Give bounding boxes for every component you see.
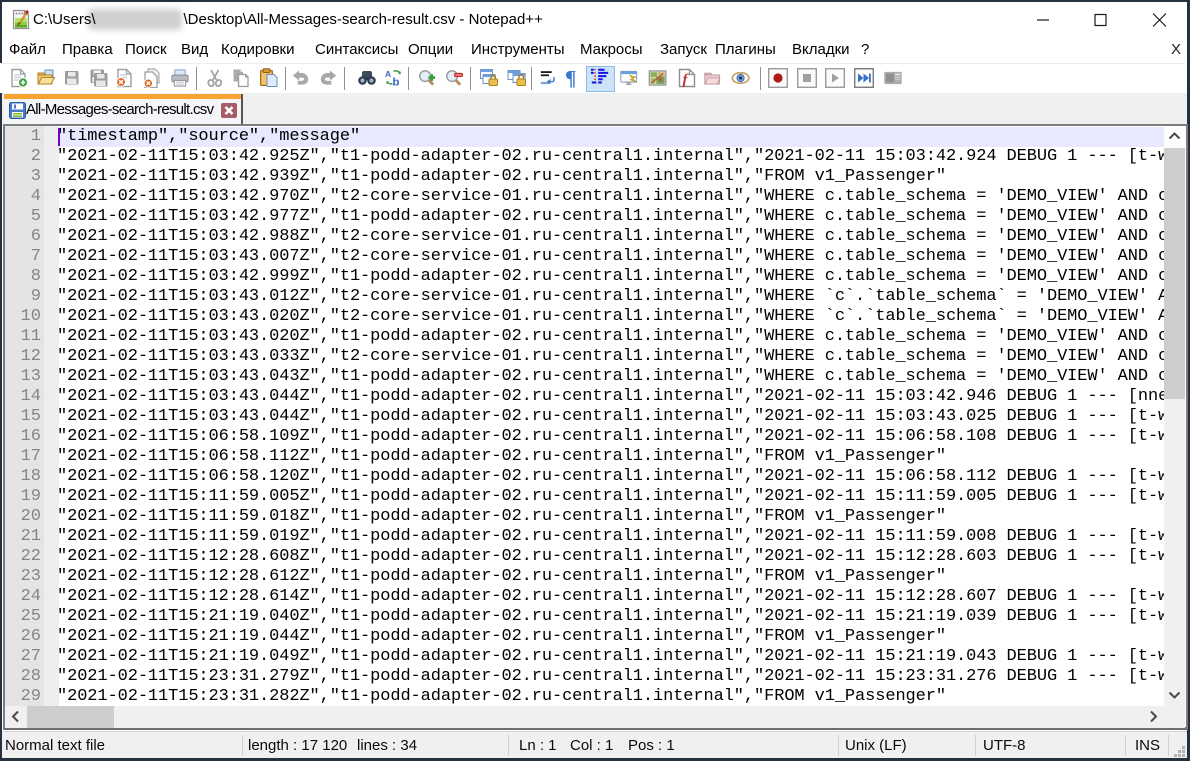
svg-text:b: b [393, 77, 400, 88]
svg-text:A: A [385, 69, 391, 79]
svg-text:¶: ¶ [565, 68, 576, 88]
